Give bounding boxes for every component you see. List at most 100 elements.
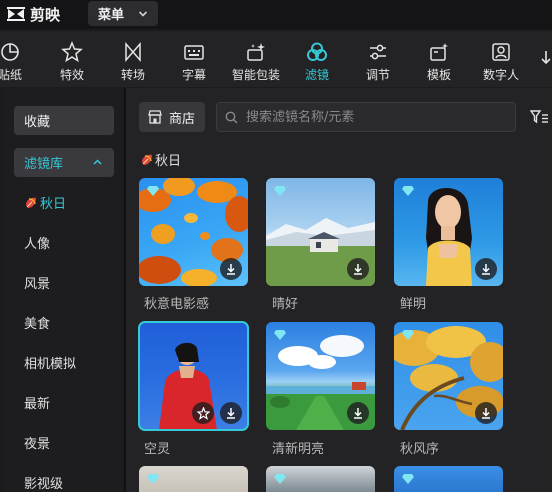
transition-bowtie-icon — [125, 42, 141, 62]
tool-filter[interactable]: 滤镜 — [297, 31, 337, 87]
tool-adjust[interactable]: 调节 — [360, 31, 396, 87]
premium-diamond-icon — [402, 186, 414, 196]
filter-sort-icon[interactable] — [530, 109, 548, 125]
store-button[interactable]: 商店 — [139, 102, 205, 132]
tool-transition[interactable]: 转场 — [115, 31, 151, 87]
app-logo: 剪映 — [6, 3, 60, 25]
download-icon — [354, 264, 362, 275]
premium-diamond-icon — [274, 186, 286, 196]
filter-browser-panel: 商店 秋日 — [126, 88, 552, 492]
section-title-text: 秋日 — [155, 154, 182, 169]
premium-diamond-icon — [147, 186, 159, 196]
template-sparkle-icon — [430, 43, 448, 61]
title-bar: 剪映 菜单 — [0, 0, 552, 29]
digital-human-icon — [492, 43, 510, 61]
sidebar-item-label: 影视级 — [24, 477, 64, 492]
favorite-button[interactable] — [192, 402, 214, 424]
premium-diamond-icon — [402, 474, 414, 484]
sidebar-item-label: 相机模拟 — [24, 357, 77, 372]
filter-name: 空灵 — [144, 442, 171, 457]
tool-template[interactable]: 模板 — [421, 31, 457, 87]
tool-effects[interactable]: 特效 — [54, 31, 90, 87]
download-button[interactable] — [347, 258, 369, 280]
sidebar-favorites[interactable]: 收藏 — [14, 106, 114, 135]
sidebar-filter-library[interactable]: 滤镜库 — [14, 148, 114, 177]
store-label: 商店 — [169, 111, 196, 127]
tool-subtitle[interactable]: 字幕 — [176, 31, 212, 87]
download-icon — [227, 264, 235, 275]
app-name: 剪映 — [30, 5, 61, 24]
search-input[interactable] — [246, 109, 506, 125]
sidebar-item-portrait[interactable]: 人像 — [24, 233, 50, 252]
menu-label: 菜单 — [98, 8, 125, 23]
tool-label: 转场 — [120, 68, 145, 82]
sidebar-item-label: 人像 — [24, 237, 51, 252]
tool-label: 贴纸 — [0, 68, 22, 82]
tool-digital-human[interactable]: 数字人 — [480, 31, 522, 87]
store-icon — [148, 110, 162, 124]
filter-name: 清新明亮 — [272, 442, 325, 457]
section-title: 秋日 — [140, 150, 181, 169]
sticker-icon — [1, 43, 19, 61]
filter-name: 秋风序 — [400, 442, 440, 457]
filter-card[interactable] — [138, 321, 249, 431]
autumn-leaf-icon — [142, 154, 152, 165]
chevron-up-icon — [93, 159, 102, 165]
filter-name: 鲜明 — [400, 297, 427, 312]
filter-name: 晴好 — [272, 297, 299, 312]
menu-button[interactable]: 菜单 — [88, 1, 158, 26]
filter-card[interactable] — [266, 178, 375, 286]
tool-label: 字幕 — [181, 68, 206, 82]
filter-name: 秋意电影感 — [144, 297, 210, 312]
tool-label: 模板 — [426, 68, 451, 82]
smart-sparkle-box-icon — [247, 43, 265, 61]
download-icon — [227, 408, 235, 419]
filter-category-sidebar: 收藏 滤镜库 秋日 人像 风景 美食 相机模拟 最新 夜景 影视级 — [4, 88, 122, 492]
sidebar-item-label: 风景 — [24, 277, 51, 292]
filter-card-partial[interactable] — [266, 466, 375, 492]
filter-card[interactable] — [394, 322, 503, 430]
filter-card-partial[interactable] — [139, 466, 248, 492]
star-icon — [196, 406, 210, 420]
tool-smart-package[interactable]: 智能包装 — [228, 31, 284, 87]
download-button[interactable] — [220, 258, 242, 280]
sidebar-item-label: 美食 — [24, 317, 51, 332]
chevron-down-icon — [138, 10, 148, 17]
media-toolbar: 贴纸 特效 转场 字幕 智能包装 滤镜 调节 模板 数字人 — [0, 31, 552, 87]
filter-card[interactable] — [139, 178, 248, 286]
sidebar-item-latest[interactable]: 最新 — [24, 393, 50, 412]
sidebar-item-autumn[interactable]: 秋日 — [24, 193, 66, 212]
premium-diamond-icon — [147, 474, 159, 484]
filter-card[interactable] — [394, 178, 503, 286]
download-button[interactable] — [475, 402, 497, 424]
sidebar-library-label: 滤镜库 — [24, 157, 64, 172]
adjust-sliders-icon — [370, 44, 386, 60]
tool-label: 特效 — [59, 68, 84, 82]
download-button[interactable] — [475, 258, 497, 280]
sidebar-item-label: 夜景 — [24, 437, 51, 452]
filter-search-box[interactable] — [216, 102, 516, 132]
sidebar-item-night[interactable]: 夜景 — [24, 433, 50, 452]
download-button[interactable] — [347, 402, 369, 424]
sidebar-item-food[interactable]: 美食 — [24, 313, 50, 332]
premium-diamond-icon — [274, 474, 286, 484]
autumn-leaf-icon — [26, 197, 36, 208]
sidebar-item-cinematic[interactable]: 影视级 — [24, 473, 63, 492]
toolbar-scroll-down-icon[interactable] — [540, 49, 552, 67]
sidebar-item-landscape[interactable]: 风景 — [24, 273, 50, 292]
capcut-logo-icon — [7, 7, 25, 21]
subtitle-keyboard-icon — [184, 45, 204, 60]
filter-card[interactable] — [266, 322, 375, 430]
tool-sticker[interactable]: 贴纸 — [0, 31, 28, 87]
filter-card-partial[interactable] — [394, 466, 503, 492]
tool-label: 滤镜 — [304, 68, 329, 82]
sidebar-item-camera-sim[interactable]: 相机模拟 — [24, 353, 76, 372]
filter-rings-icon — [307, 42, 327, 61]
effects-star-icon — [61, 41, 83, 63]
download-button[interactable] — [220, 402, 242, 424]
download-icon — [482, 408, 490, 419]
premium-diamond-icon — [402, 330, 414, 340]
tool-label: 数字人 — [482, 68, 519, 82]
download-icon — [354, 408, 362, 419]
tool-label: 调节 — [365, 68, 390, 82]
